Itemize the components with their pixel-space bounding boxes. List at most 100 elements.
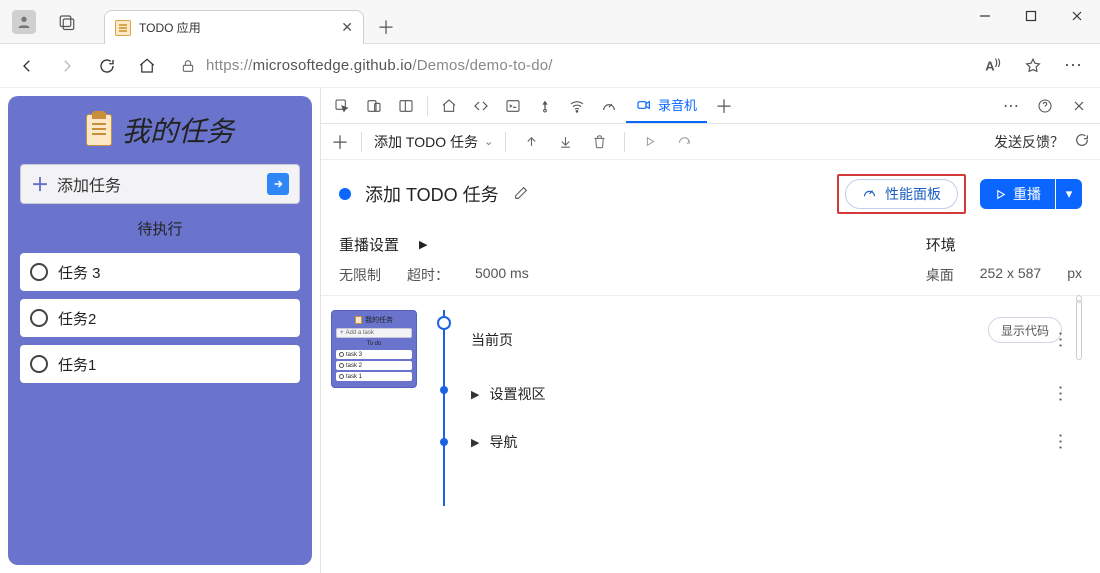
highlight-annotation: 性能面板 <box>837 174 966 214</box>
panel-layout-icon[interactable] <box>391 91 421 121</box>
step-label: 设置视区 <box>489 384 545 404</box>
task-item[interactable]: 任务 3 <box>20 253 300 291</box>
delete-icon[interactable] <box>586 129 612 155</box>
export-icon[interactable] <box>518 129 544 155</box>
devtools-panel: 录音机 ＋ ⋯ ＋ 添加 TODO 任务 ⌄ 发送反馈？ <box>320 88 1100 573</box>
radio-icon[interactable] <box>30 309 48 327</box>
network-tab-icon[interactable] <box>562 91 592 121</box>
expand-icon[interactable]: ▶ <box>471 388 479 401</box>
performance-panel-button[interactable]: 性能面板 <box>845 179 958 209</box>
step-over-icon[interactable] <box>671 129 697 155</box>
submit-arrow-icon[interactable] <box>267 173 289 195</box>
task-list: 任务 3 任务2 任务1 <box>20 253 300 383</box>
step-menu-icon[interactable]: ⋯ <box>1050 432 1071 452</box>
window-titlebar: TODO 应用 ✕ ＋ <box>0 0 1100 44</box>
step-row[interactable]: ▶ 导航 ⋯ <box>471 418 1090 466</box>
step-menu-icon[interactable]: ⋯ <box>1050 330 1071 350</box>
browser-menu-button[interactable]: ⋯ <box>1056 49 1090 83</box>
todo-app: 我的任务 ＋ 添加任务 待执行 任务 3 任务2 任务1 <box>8 96 312 565</box>
env-device: 桌面 <box>926 265 954 285</box>
read-aloud-button[interactable]: A)) <box>976 49 1010 83</box>
elements-tab-icon[interactable] <box>466 91 496 121</box>
tab-title: TODO 应用 <box>139 19 333 36</box>
address-bar[interactable]: https://microsoftedge.github.io/Demos/de… <box>170 50 970 82</box>
devtools-tabstrip: 录音机 ＋ ⋯ <box>321 88 1100 124</box>
task-label: 任务 3 <box>58 262 101 283</box>
expand-icon[interactable]: ▶ <box>471 436 479 449</box>
env-dimensions: 252 x 587 <box>980 265 1042 285</box>
feedback-link[interactable]: 发送反馈？ <box>994 132 1064 152</box>
task-label: 任务1 <box>58 354 96 375</box>
welcome-tab-icon[interactable] <box>434 91 464 121</box>
window-minimize-button[interactable] <box>962 0 1008 32</box>
new-tab-button[interactable]: ＋ <box>370 11 402 43</box>
edit-title-icon[interactable] <box>513 185 529 204</box>
plus-icon: ＋ <box>31 171 49 197</box>
expand-icon[interactable]: ▶ <box>419 238 427 251</box>
gauge-icon <box>862 185 877 203</box>
thumb-task: task 2 <box>346 363 362 369</box>
screenshot-thumbnail: 我的任务 +Add a task To do task 3 task 2 tas… <box>331 310 417 466</box>
replay-button[interactable]: 重播 <box>980 179 1055 209</box>
performance-panel-label: 性能面板 <box>885 184 941 204</box>
step-menu-icon[interactable]: ⋯ <box>1050 384 1071 404</box>
recorder-tab[interactable]: 录音机 <box>626 89 707 123</box>
help-icon[interactable] <box>1030 91 1060 121</box>
play-icon <box>994 188 1007 201</box>
thumb-add-label: Add a task <box>346 330 374 336</box>
app-viewport: 我的任务 ＋ 添加任务 待执行 任务 3 任务2 任务1 <box>0 88 320 573</box>
recording-status-dot-icon <box>339 188 351 200</box>
task-item[interactable]: 任务2 <box>20 299 300 337</box>
import-icon[interactable] <box>552 129 578 155</box>
video-icon <box>636 97 652 113</box>
nav-home-button[interactable] <box>130 49 164 83</box>
clipboard-icon <box>86 114 112 146</box>
nav-back-button[interactable] <box>10 49 44 83</box>
url-text: https://microsoftedge.github.io/Demos/de… <box>206 57 553 74</box>
recording-dropdown[interactable]: 添加 TODO 任务 ⌄ <box>374 132 493 152</box>
tab-close-icon[interactable]: ✕ <box>341 19 353 36</box>
sources-tab-icon[interactable] <box>530 91 560 121</box>
thumb-task: task 1 <box>346 374 362 380</box>
radio-icon[interactable] <box>30 263 48 281</box>
device-toggle-icon[interactable] <box>359 91 389 121</box>
inspect-icon[interactable] <box>327 91 357 121</box>
step-label: 导航 <box>489 432 517 452</box>
recording-title: 添加 TODO 任务 <box>365 181 499 207</box>
new-recording-button[interactable]: ＋ <box>331 129 349 155</box>
replay-dropdown-button[interactable]: ▾ <box>1056 179 1082 209</box>
browser-tab[interactable]: TODO 应用 ✕ <box>104 10 364 44</box>
timeout-value: 5000 ms <box>475 265 529 285</box>
console-tab-icon[interactable] <box>498 91 528 121</box>
feedback-refresh-icon[interactable] <box>1074 132 1090 151</box>
nav-refresh-button[interactable] <box>90 49 124 83</box>
task-item[interactable]: 任务1 <box>20 345 300 383</box>
performance-tab-icon[interactable] <box>594 91 624 121</box>
replay-button-label: 重播 <box>1013 184 1041 204</box>
add-task-input[interactable]: ＋ 添加任务 <box>20 164 300 204</box>
window-close-button[interactable] <box>1054 0 1100 32</box>
recording-dropdown-label: 添加 TODO 任务 <box>374 132 478 152</box>
workspaces-icon[interactable] <box>50 5 84 39</box>
mini-scrollbar[interactable] <box>1076 300 1082 360</box>
browser-toolbar: https://microsoftedge.github.io/Demos/de… <box>0 44 1100 88</box>
replay-speed-value: 无限制 <box>339 265 381 285</box>
play-slow-icon[interactable] <box>637 129 663 155</box>
devtools-more-icon[interactable]: ⋯ <box>996 91 1026 121</box>
thumb-task: task 3 <box>346 352 362 358</box>
nav-forward-button[interactable] <box>50 49 84 83</box>
radio-icon[interactable] <box>30 355 48 373</box>
profile-avatar[interactable] <box>12 10 36 34</box>
recorder-toolbar: ＋ 添加 TODO 任务 ⌄ 发送反馈？ <box>321 124 1100 160</box>
app-title: 我的任务 <box>122 110 234 150</box>
add-tab-button[interactable]: ＋ <box>709 91 739 121</box>
env-unit: px <box>1067 265 1082 285</box>
step-timeline <box>429 310 459 466</box>
environment-label: 环境 <box>926 234 956 255</box>
timeout-label: 超时： <box>407 265 449 285</box>
devtools-close-icon[interactable] <box>1064 91 1094 121</box>
step-row[interactable]: ▶ 设置视区 ⋯ <box>471 370 1090 418</box>
favorite-button[interactable] <box>1016 49 1050 83</box>
window-maximize-button[interactable] <box>1008 0 1054 32</box>
replay-settings-label: 重播设置 <box>339 234 399 255</box>
